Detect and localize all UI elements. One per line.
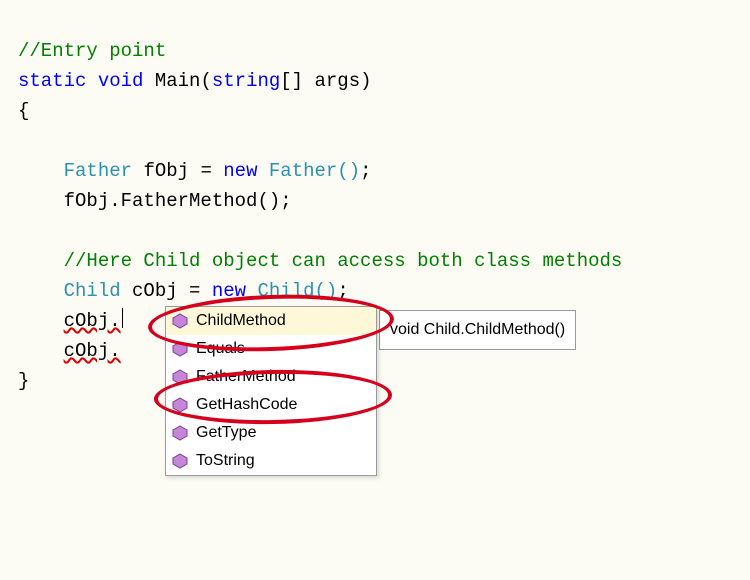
brace-close: }: [18, 370, 29, 392]
intellisense-item-label: GetType: [196, 425, 256, 441]
brace-open: {: [18, 100, 29, 122]
kw-void: void: [98, 70, 144, 92]
text-caret: [122, 308, 123, 328]
stmt-cobj-incomplete: cObj.: [64, 310, 121, 332]
intellisense-item-label: ToString: [196, 453, 255, 469]
method-icon: [172, 341, 188, 357]
intellisense-item-label: GetHashCode: [196, 397, 297, 413]
intellisense-item-equals[interactable]: Equals: [166, 335, 376, 363]
type-father: Father: [64, 160, 132, 182]
intellisense-item-childmethod[interactable]: ChildMethod: [166, 307, 376, 335]
intellisense-item-label: FatherMethod: [196, 369, 296, 385]
comment-line: //Here Child object can access both clas…: [64, 250, 623, 272]
intellisense-item-gethashcode[interactable]: GetHashCode: [166, 391, 376, 419]
intellisense-item-tostring[interactable]: ToString: [166, 447, 376, 475]
intellisense-item-label: Equals: [196, 341, 245, 357]
intellisense-tooltip: void Child.ChildMethod(): [379, 310, 576, 350]
intellisense-item-fathermethod[interactable]: FatherMethod: [166, 363, 376, 391]
stmt-cobj-incomplete-2: cObj.: [64, 340, 121, 362]
intellisense-item-gettype[interactable]: GetType: [166, 419, 376, 447]
type-child: Child: [64, 280, 121, 302]
method-icon: [172, 397, 188, 413]
method-icon: [172, 425, 188, 441]
intellisense-popup[interactable]: ChildMethod Equals FatherMethod GetHashC…: [165, 306, 377, 476]
method-icon: [172, 453, 188, 469]
comment-line: //Entry point: [18, 40, 166, 62]
method-icon: [172, 313, 188, 329]
kw-string: string: [212, 70, 280, 92]
method-icon: [172, 369, 188, 385]
stmt-fobj-call: fObj.FatherMethod();: [64, 190, 292, 212]
kw-static: static: [18, 70, 86, 92]
intellisense-item-label: ChildMethod: [196, 313, 286, 329]
method-main: Main: [155, 70, 201, 92]
